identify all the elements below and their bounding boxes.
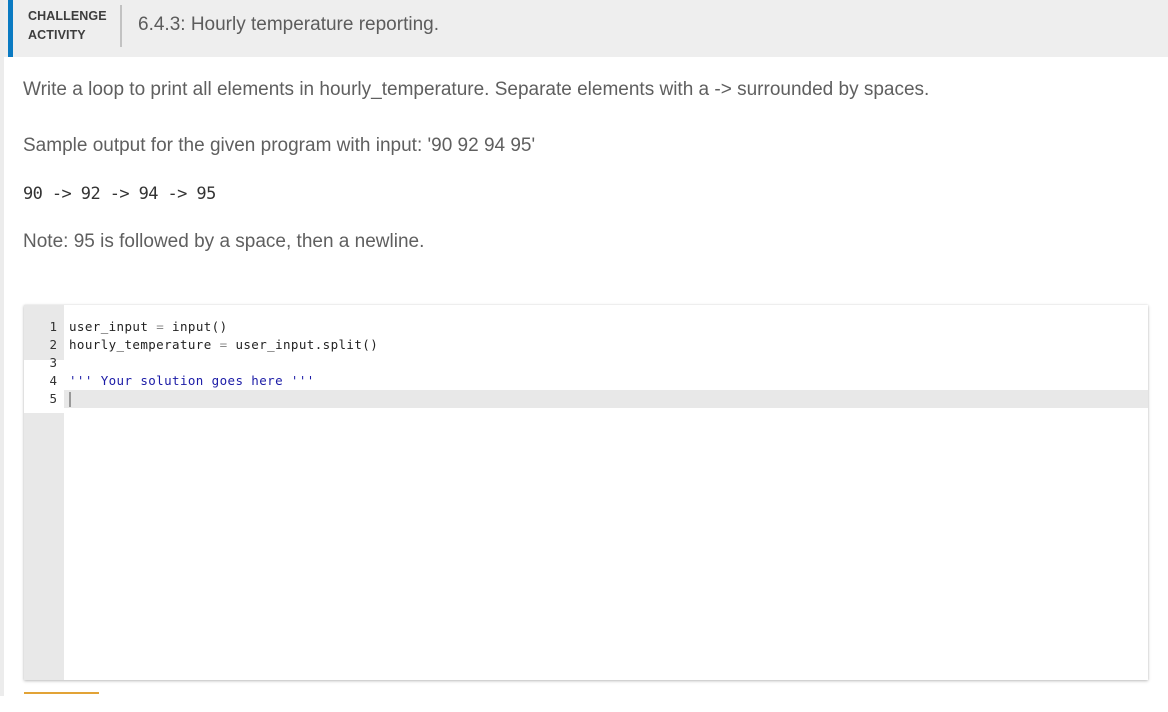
sample-output: 90 -> 92 -> 94 -> 95: [23, 184, 216, 204]
check-button[interactable]: [24, 692, 99, 712]
code-text[interactable]: ''' Your solution goes here ''': [69, 372, 315, 390]
code-text[interactable]: hourly_temperature = user_input.split(): [69, 336, 378, 354]
operator-token: =: [156, 319, 165, 334]
line-number: 4: [49, 373, 57, 388]
text-cursor: [69, 392, 71, 407]
activity-kind-line2: ACTIVITY: [28, 28, 86, 42]
code-token: hourly_temperature: [69, 337, 220, 352]
line-number: 2: [49, 337, 57, 352]
code-line[interactable]: 1 user_input = input(): [24, 318, 1148, 336]
activity-header: CHALLENGE ACTIVITY 6.4.3: Hourly tempera…: [4, 0, 1168, 57]
code-line[interactable]: 4 ''' Your solution goes here ''': [24, 372, 1148, 390]
code-line[interactable]: 2 hourly_temperature = user_input.split(): [24, 336, 1148, 354]
code-text[interactable]: user_input = input(): [69, 318, 228, 336]
instructions-note: Note: 95 is followed by a space, then a …: [23, 231, 425, 252]
activity-kind-label: CHALLENGE ACTIVITY: [28, 7, 107, 45]
code-line[interactable]: 3: [24, 354, 1148, 372]
operator-token: =: [219, 337, 228, 352]
activity-kind-line1: CHALLENGE: [28, 9, 107, 23]
code-editor[interactable]: 1 user_input = input() 2 hourly_temperature…: [24, 305, 1148, 680]
header-divider: [120, 5, 122, 47]
header-accent-bar: [8, 0, 13, 57]
code-lines[interactable]: 1 user_input = input() 2 hourly_temperature…: [24, 318, 1148, 408]
string-token: ''' Your solution goes here ''': [69, 373, 315, 388]
sample-output-label: Sample output for the given program with…: [23, 135, 536, 156]
line-number: 1: [49, 319, 57, 334]
code-token: input(): [164, 319, 228, 334]
activity-title: 6.4.3: Hourly temperature reporting.: [138, 14, 439, 35]
code-line[interactable]: 5: [24, 390, 1148, 408]
code-token: user_input: [69, 319, 157, 334]
code-token: user_input.split(): [227, 337, 379, 352]
page: CHALLENGE ACTIVITY 6.4.3: Hourly tempera…: [0, 0, 1168, 712]
line-number: 5: [49, 391, 57, 406]
line-number: 3: [49, 355, 57, 370]
instructions-prompt: Write a loop to print all elements in ho…: [23, 79, 930, 100]
